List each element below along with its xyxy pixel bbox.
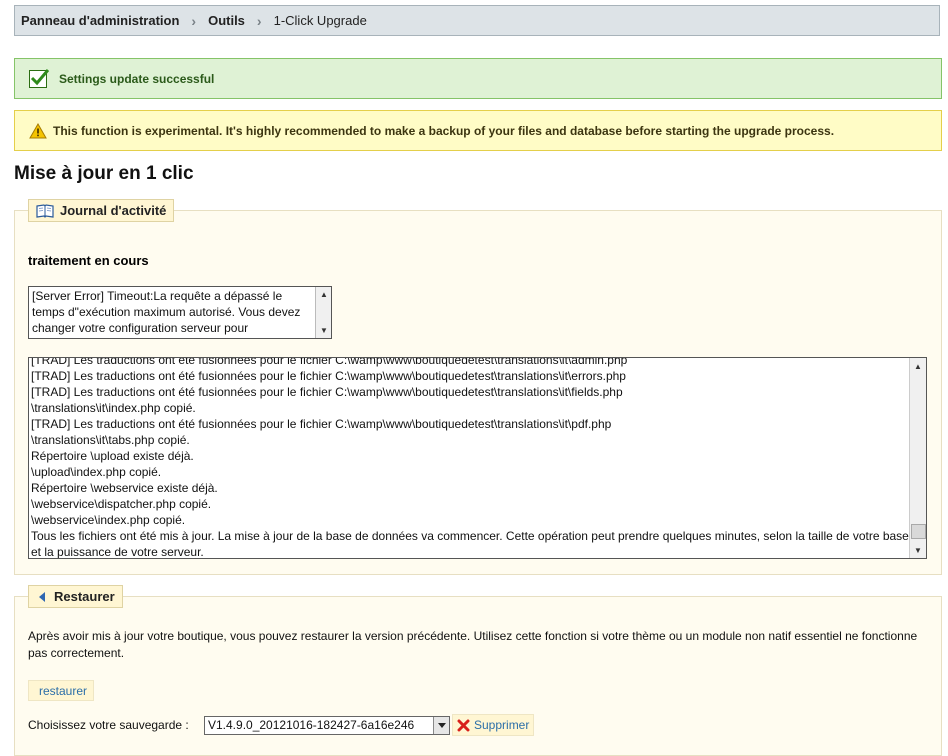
log-line: Répertoire \webservice existe déjà. — [31, 481, 218, 495]
breadcrumb-item-admin[interactable]: Panneau d'administration — [21, 13, 179, 28]
error-log-textarea[interactable]: [Server Error] Timeout:La requête a dépa… — [28, 286, 332, 339]
scroll-down-arrow-icon[interactable]: ▼ — [320, 326, 328, 335]
error-log-text: [Server Error] Timeout:La requête a dépa… — [32, 289, 301, 335]
breadcrumb-item-outils[interactable]: Outils — [208, 13, 245, 28]
process-status: traitement en cours — [28, 253, 149, 268]
scroll-up-arrow-icon[interactable]: ▲ — [914, 362, 922, 371]
scroll-thumb[interactable] — [911, 524, 926, 539]
delete-icon — [457, 719, 470, 731]
scroll-down-arrow-icon[interactable]: ▼ — [914, 546, 922, 555]
log-line: \webservice\dispatcher.php copié. — [31, 497, 212, 511]
warning-text: This function is experimental. It's high… — [53, 123, 835, 138]
backup-select-label: Choisissez votre sauvegarde : — [28, 718, 189, 732]
restore-button[interactable]: restaurer — [28, 680, 95, 701]
book-icon — [36, 203, 54, 218]
page-title: Mise à jour en 1 clic — [14, 163, 194, 184]
arrow-left-icon — [39, 591, 45, 602]
breadcrumb: Panneau d'administration › Outils › 1-Cl… — [14, 5, 940, 36]
log-line: [TRAD] Les traductions ont été fusionnée… — [31, 385, 623, 399]
success-text: Settings update successful — [59, 71, 215, 86]
log-line: \upload\index.php copié. — [31, 465, 162, 479]
chevron-down-icon[interactable] — [433, 717, 449, 734]
warning-message: This function is experimental. It's high… — [14, 110, 942, 151]
success-message: Settings update successful — [14, 58, 942, 99]
restore-description: Après avoir mis à jour votre boutique, v… — [28, 629, 918, 660]
backup-select-value: V1.4.9.0_20121016-182427-6a16e246 — [208, 718, 415, 732]
chevron-right-icon: › — [256, 12, 262, 29]
log-line: Tous les fichiers ont été mis à jour. La… — [31, 529, 909, 559]
backup-select[interactable]: V1.4.9.0_20121016-182427-6a16e246 — [204, 716, 450, 735]
breadcrumb-item-current: 1-Click Upgrade — [273, 13, 367, 28]
log-line: [TRAD] Les traductions ont été fusionnée… — [31, 357, 628, 367]
log-line: [TRAD] Les traductions ont été fusionnée… — [31, 417, 612, 431]
chevron-right-icon: › — [191, 12, 197, 29]
delete-backup-label: Supprimer — [474, 718, 530, 732]
scroll-up-arrow-icon[interactable]: ▲ — [320, 290, 328, 299]
check-icon — [29, 68, 50, 88]
activity-legend: Journal d'activité — [28, 199, 175, 222]
log-line: [TRAD] Les traductions ont été fusionnée… — [31, 369, 626, 383]
error-log-scrollbar[interactable]: ▲ ▼ — [315, 287, 332, 338]
activity-log-scrollbar[interactable]: ▲ ▼ — [909, 358, 926, 558]
log-line: \translations\it\tabs.php copié. — [31, 433, 190, 447]
log-line: Répertoire \upload existe déjà. — [31, 449, 194, 463]
log-line: \webservice\index.php copié. — [31, 513, 186, 527]
activity-log-textarea[interactable]: [TRAD] Les traductions ont été fusionnée… — [28, 357, 927, 559]
restore-legend-label: Restaurer — [54, 589, 115, 604]
log-line: \translations\it\index.php copié. — [31, 401, 196, 415]
warning-icon — [29, 122, 47, 138]
restore-legend: Restaurer — [28, 585, 123, 608]
activity-legend-label: Journal d'activité — [60, 203, 167, 218]
delete-backup-button[interactable]: Supprimer — [452, 714, 535, 736]
activity-log-lines: [TRAD] Les traductions ont été fusionnée… — [31, 357, 909, 559]
